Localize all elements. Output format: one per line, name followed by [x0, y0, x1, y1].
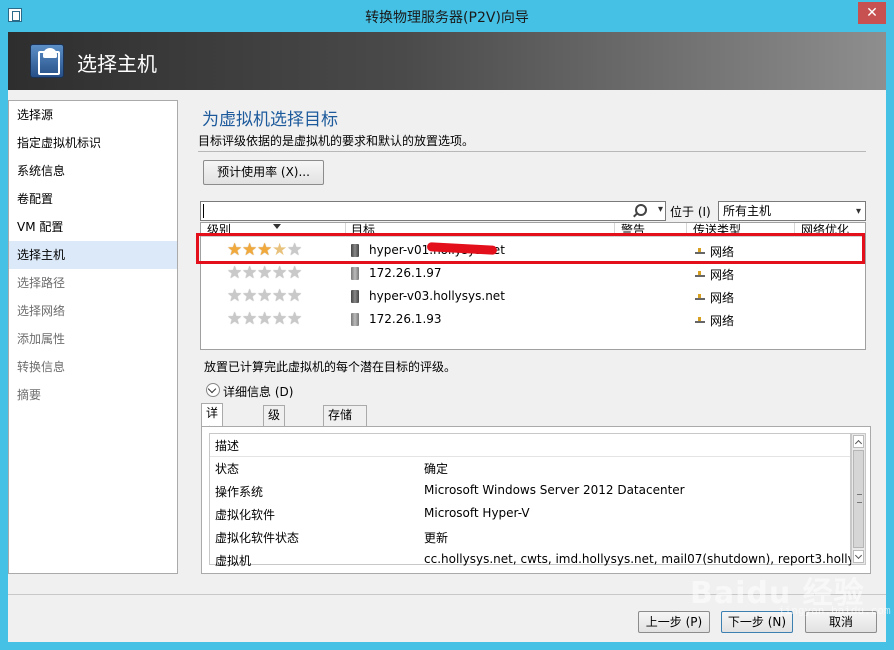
locate-label: 位于 (I)	[670, 205, 711, 219]
main-panel: 为虚拟机选择目标 目标评级依据的是虚拟机的要求和默认的放置选项。 预计使用率 (…	[195, 100, 871, 574]
detail-key: 虚拟机	[215, 554, 252, 568]
star-icon: ★	[287, 263, 303, 283]
sidebar-item-vm-config[interactable]: VM 配置	[9, 213, 177, 241]
rating-note: 放置已计算完此虚拟机的每个潜在目标的评级。	[204, 360, 457, 374]
watermark-url: jingyan.baidu.com	[778, 604, 891, 617]
search-dropdown-icon[interactable]: ▾	[658, 204, 663, 215]
star-icon: ★	[227, 286, 243, 306]
sidebar-item-conversion-info: 转换信息	[17, 360, 66, 374]
star-icon: ★	[227, 309, 243, 329]
detail-row: 虚拟化软件状态 更新	[210, 526, 850, 549]
search-input[interactable]: ▾	[200, 201, 666, 221]
rating-stars: ★★★★★	[227, 287, 302, 305]
details-panel: 描述 状态 确定 操作系统 Microsoft Windows Server 2…	[201, 426, 871, 574]
host-wizard-icon	[30, 44, 64, 78]
banner-title: 选择主机	[77, 52, 157, 76]
star-icon: ★	[272, 286, 288, 306]
star-icon: ★	[242, 309, 258, 329]
server-icon	[351, 267, 359, 280]
table-row[interactable]: ★★★★★ hyper-v03.hollysys.net 网络	[201, 285, 865, 308]
selected-row-annotation	[196, 233, 865, 264]
star-icon: ★	[257, 309, 273, 329]
detail-key: 描述	[215, 439, 240, 453]
sort-desc-icon	[273, 224, 281, 229]
star-icon: ★	[227, 263, 243, 283]
row-transfer-type: 网络	[710, 291, 735, 305]
sidebar-item-volume-config[interactable]: 卷配置	[9, 185, 177, 213]
table-row[interactable]: ★★★★★ 172.26.1.93 网络	[201, 308, 865, 331]
content-area: 选择源 指定虚拟机标识 系统信息 卷配置 VM 配置 选择主机 选择路径 选择网…	[8, 90, 886, 642]
detail-key: 虚拟化软件状态	[215, 531, 300, 545]
detail-key: 操作系统	[215, 485, 264, 499]
tab-san-explanation[interactable]: 存储区域网络 (SAN)解释	[323, 405, 368, 498]
star-icon: ★	[257, 263, 273, 283]
star-icon: ★	[272, 263, 288, 283]
rating-stars: ★★★★★	[227, 264, 302, 282]
previous-button[interactable]: 上一步 (P)	[638, 611, 710, 633]
close-icon[interactable]: ✕	[858, 2, 886, 24]
star-icon: ★	[287, 286, 303, 306]
star-icon: ★	[257, 286, 273, 306]
row-target: 172.26.1.97	[369, 266, 442, 280]
sidebar-item-select-source[interactable]: 选择源	[9, 101, 177, 129]
tab-details[interactable]: 详细信息	[201, 403, 224, 477]
star-icon: ★	[272, 309, 288, 329]
network-transfer-icon	[695, 294, 705, 300]
page-description: 目标评级依据的是虚拟机的要求和默认的放置选项。	[198, 134, 475, 148]
scroll-up-icon[interactable]	[853, 435, 864, 448]
star-icon: ★	[287, 309, 303, 329]
detail-row: 状态 确定	[210, 457, 850, 480]
sidebar-item-vm-identity[interactable]: 指定虚拟机标识	[9, 129, 177, 157]
scroll-thumb[interactable]	[853, 450, 864, 548]
estimate-usage-button[interactable]: 预计使用率 (X)...	[203, 160, 324, 185]
row-target: 172.26.1.93	[369, 312, 442, 326]
rating-stars: ★★★★★	[227, 310, 302, 328]
details-grid: 描述 状态 确定 操作系统 Microsoft Windows Server 2…	[209, 433, 864, 568]
detail-row: 虚拟化软件 Microsoft Hyper-V	[210, 503, 850, 526]
row-target: hyper-v03.hollysys.net	[369, 289, 505, 303]
star-icon: ★	[242, 263, 258, 283]
row-transfer-type: 网络	[710, 314, 735, 328]
p2v-wizard-window: 转换物理服务器(P2V)向导 ✕ 选择主机 选择源 指定虚拟机标识 系统信息 卷…	[0, 0, 894, 650]
detail-value: Microsoft Windows Server 2012 Datacenter	[424, 483, 685, 497]
detail-value: 更新	[424, 531, 449, 545]
title-bar[interactable]: 转换物理服务器(P2V)向导 ✕	[0, 0, 894, 32]
wizard-banner: 选择主机	[8, 32, 886, 90]
network-transfer-icon	[695, 271, 705, 277]
detail-row: 描述	[210, 434, 850, 457]
table-row[interactable]: ★★★★★ 172.26.1.97 网络	[201, 262, 865, 285]
detail-key: 状态	[215, 462, 240, 476]
heading-divider	[198, 151, 866, 152]
sidebar-item-system-info[interactable]: 系统信息	[9, 157, 177, 185]
detail-value: cc.hollysys.net, cwts, imd.hollysys.net,…	[424, 552, 865, 566]
host-group-select[interactable]: 所有主机 ▾	[718, 201, 866, 221]
network-transfer-icon	[695, 317, 705, 323]
text-caret	[203, 204, 204, 218]
server-icon	[351, 290, 359, 303]
search-icon[interactable]	[631, 203, 647, 219]
detail-value: Microsoft Hyper-V	[424, 506, 530, 520]
detail-key: 虚拟化软件	[215, 508, 276, 522]
detail-value: 确定	[424, 462, 449, 476]
sidebar-item-summary: 摘要	[17, 388, 42, 402]
server-icon	[351, 313, 359, 326]
row-transfer-type: 网络	[710, 268, 735, 282]
sidebar-item-select-path: 选择路径	[17, 276, 66, 290]
sidebar-item-add-properties: 添加属性	[17, 332, 66, 346]
window-title: 转换物理服务器(P2V)向导	[365, 10, 529, 26]
tab-rating-explanation[interactable]: 级别解释	[263, 405, 286, 479]
scroll-down-icon[interactable]	[853, 550, 864, 563]
details-scrollbar[interactable]	[851, 433, 866, 565]
chevron-down-icon: ▾	[855, 206, 861, 217]
sidebar-item-select-network: 选择网络	[17, 304, 66, 318]
sidebar-item-select-host[interactable]: 选择主机	[9, 241, 177, 269]
detail-row: 操作系统 Microsoft Windows Server 2012 Datac…	[210, 480, 850, 503]
star-icon: ★	[242, 286, 258, 306]
page-heading: 为虚拟机选择目标	[202, 110, 338, 130]
chevron-down-icon[interactable]	[206, 383, 220, 397]
wizard-steps-sidebar: 选择源 指定虚拟机标识 系统信息 卷配置 VM 配置 选择主机 选择路径 选择网…	[8, 100, 178, 574]
details-toggle-label[interactable]: 详细信息 (D)	[223, 383, 293, 400]
